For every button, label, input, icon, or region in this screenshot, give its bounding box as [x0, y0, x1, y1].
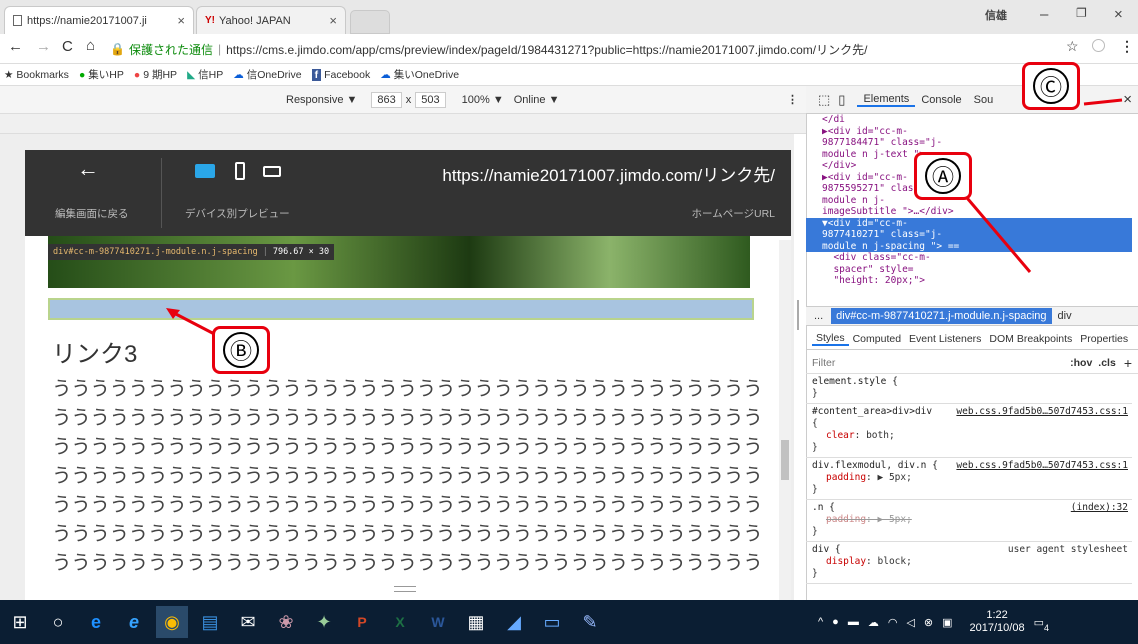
store-icon[interactable]: ▤ — [194, 606, 226, 638]
app-icon[interactable]: ◢ — [498, 606, 530, 638]
excel-icon[interactable]: X — [384, 606, 416, 638]
ime-icon[interactable]: ⊗ — [924, 616, 933, 629]
volume-icon[interactable]: ◁ — [906, 616, 914, 629]
app-icon[interactable]: ▭ — [536, 606, 568, 638]
clock-date: 2017/10/08 — [969, 622, 1025, 634]
wifi-icon[interactable]: ◠ — [888, 616, 898, 629]
callout-b: Ⓑ — [212, 326, 270, 374]
callout-c: Ⓒ — [1022, 62, 1080, 110]
clock-time: 1:22 — [986, 609, 1008, 621]
app-icon[interactable]: ✦ — [308, 606, 340, 638]
callout-a: Ⓐ — [914, 152, 972, 200]
chrome-icon[interactable]: ◉ — [156, 606, 188, 638]
clock[interactable]: 1:22 2017/10/08 — [970, 609, 1025, 635]
notification-icon[interactable]: ▭ 4 — [1034, 616, 1049, 633]
calculator-icon[interactable]: ▦ — [460, 606, 492, 638]
battery-icon[interactable]: ▬ — [848, 616, 859, 628]
callout-arrows — [166, 98, 1123, 340]
mail-icon[interactable]: ✉ — [232, 606, 264, 638]
cloud-icon[interactable]: ☁ — [868, 616, 879, 629]
word-icon[interactable]: W — [422, 606, 454, 638]
notification-count: 4 — [1043, 622, 1049, 633]
app-icon[interactable]: ❀ — [270, 606, 302, 638]
powerpoint-icon[interactable]: P — [346, 606, 378, 638]
arrow-c — [1083, 98, 1123, 106]
ime-mode-icon[interactable]: ▣ — [942, 616, 952, 629]
app-tray-icon[interactable]: ● — [832, 616, 839, 628]
edge-icon[interactable]: e — [80, 606, 112, 638]
search-icon[interactable]: ○ — [42, 606, 74, 638]
chevron-up-icon[interactable]: ^ — [818, 616, 823, 628]
app-icon[interactable]: ✎ — [574, 606, 606, 638]
arrow-a — [960, 191, 1032, 273]
windows-start-icon[interactable]: ⊞ — [4, 606, 36, 638]
system-tray: ^ ● ▬ ☁ ◠ ◁ ⊗ ▣ 1:22 2017/10/08 ▭ 4 — [812, 600, 1138, 644]
ie-icon[interactable]: e — [118, 606, 150, 638]
